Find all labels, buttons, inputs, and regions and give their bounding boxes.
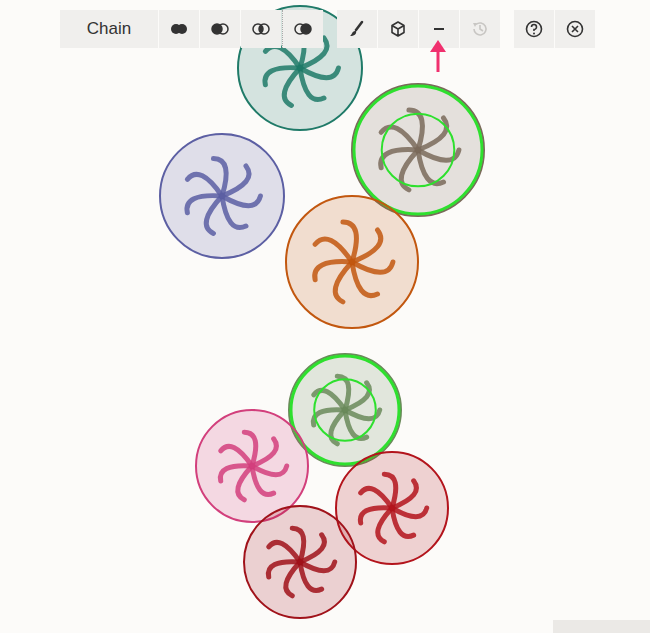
select-union-icon (210, 19, 230, 39)
toolbar-button[interactable] (337, 10, 377, 48)
action-group (337, 10, 500, 48)
selection-outline (198, 412, 306, 520)
select-subtract-icon (293, 19, 313, 39)
selection-group: Chain (60, 10, 323, 48)
selection-outline (288, 198, 416, 326)
protein-chain[interactable] (244, 506, 356, 618)
selection-mode-dropdown[interactable]: Chain (60, 10, 158, 48)
toolbar-button (460, 10, 500, 48)
structure-viewport[interactable] (0, 0, 650, 633)
cube-icon (388, 19, 408, 39)
select-intersect-icon (251, 19, 271, 39)
history-icon (470, 19, 490, 39)
toolbar-button[interactable] (241, 10, 281, 48)
selection-outline (246, 508, 354, 616)
selection-outline (291, 356, 399, 464)
toolbar-button[interactable] (514, 10, 554, 48)
toolbar-button[interactable] (200, 10, 240, 48)
toolbar: Chain (60, 10, 595, 48)
toolbar-button[interactable] (159, 10, 199, 48)
help-icon (524, 19, 544, 39)
protein-chain[interactable] (160, 134, 284, 258)
protein-chain[interactable] (196, 410, 308, 522)
annotation-arrow-icon (428, 40, 448, 74)
close-icon (565, 19, 585, 39)
protein-chain[interactable] (286, 196, 418, 328)
help-group (514, 10, 595, 48)
selection-outline (162, 136, 282, 256)
brush-icon (347, 19, 367, 39)
select-all-icon (169, 19, 189, 39)
selection-outline (354, 86, 482, 214)
protein-chain[interactable] (352, 84, 484, 216)
toolbar-button[interactable] (378, 10, 418, 48)
corner-panel (553, 620, 650, 633)
minus-icon (429, 19, 449, 39)
toolbar-button[interactable] (555, 10, 595, 48)
toolbar-button[interactable] (282, 10, 323, 48)
